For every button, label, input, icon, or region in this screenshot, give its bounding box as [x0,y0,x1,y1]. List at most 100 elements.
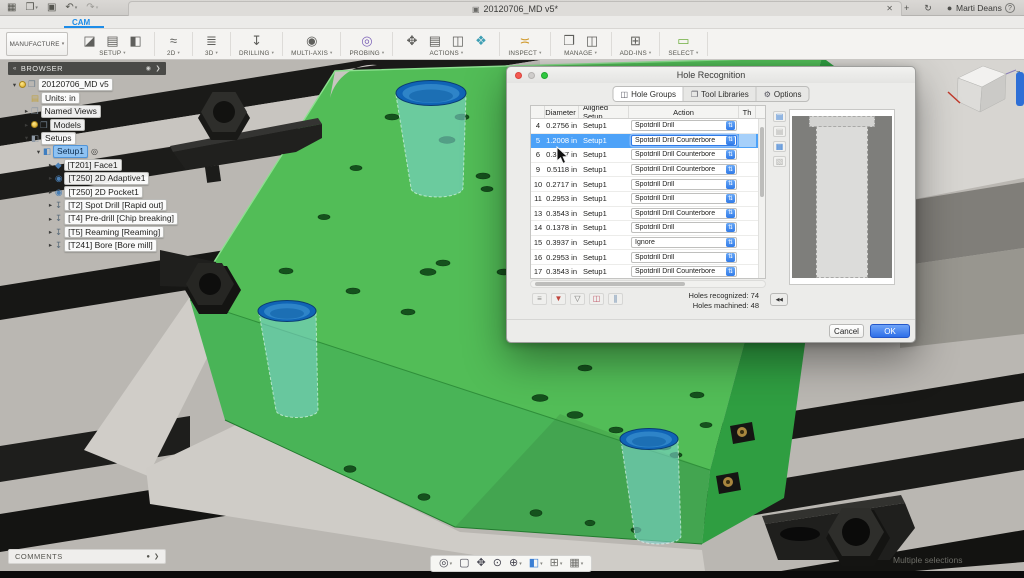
toolbar-group-label[interactable]: SELECT ▾ [668,50,698,57]
browser-tree-item[interactable]: ▸ ◉ [T250] 2D Adaptive1 [8,172,208,185]
action-select[interactable]: Spotdrill Drill Counterbore ⇅ [631,164,737,175]
dialog-tab[interactable]: ❐ Tool Libraries [684,87,757,101]
browser-tree-item[interactable]: ▾ ◧ Setup1 ◎ [8,145,208,158]
undo-icon[interactable]: ↶ ▾ [65,3,77,13]
browser-tree-item[interactable]: ▸ ↧ [T5] Reaming [Reaming] [8,225,208,238]
close-window-icon[interactable] [515,72,522,79]
tree-item-label[interactable]: [T4] Pre-drill [Chip breaking] [64,212,178,225]
minimize-window-icon[interactable] [528,72,535,79]
table-row[interactable]: 10 0.2717 in Setup1 Spotdrill Drill ⇅ [531,177,765,192]
comments-chevron-icon[interactable]: ❯ [154,553,159,560]
expander-icon[interactable]: ▸ [46,161,55,169]
stepper-icon[interactable]: ⇅ [726,267,735,276]
visibility-bulb-icon[interactable] [19,81,26,88]
tree-item-label[interactable]: Units: in [41,92,80,105]
new-tab-icon[interactable]: + [904,4,909,13]
expander-icon[interactable]: ▾ [10,81,19,89]
action-select[interactable]: Spotdrill Drill ⇅ [631,222,737,233]
panel-chevron-icon[interactable]: ❯ [155,65,161,72]
zoom-window-icon[interactable] [541,72,548,79]
tree-item-label[interactable]: Setup1 [53,145,88,158]
document-tab[interactable]: ▣ 20120706_MD v5* ✕ [128,1,902,16]
toolbar-group-label[interactable]: MULTI-AXIS ▾ [291,50,332,57]
tree-item-label[interactable]: 20120706_MD v5 [38,78,113,91]
app-grid-icon[interactable]: ▦ [7,3,16,13]
setup-sheet-icon[interactable]: ▤ [424,32,445,49]
expander-icon[interactable]: ▾ [22,134,31,142]
expander-icon[interactable]: ▸ [22,121,31,129]
stepper-icon[interactable]: ⇅ [726,238,735,247]
action-select[interactable]: Spotdrill Drill ⇅ [631,179,737,190]
expander-icon[interactable]: ▸ [46,188,55,196]
tree-item-label[interactable]: [T201] Face1 [64,159,122,172]
drilling-icon[interactable]: ↧ [246,32,267,49]
tree-item-label[interactable]: [T250] 2D Adaptive1 [64,172,149,185]
expander-icon[interactable]: ▾ [34,148,43,156]
expander-icon[interactable]: ▸ [46,174,55,182]
table-view-icon[interactable]: ▤ [773,111,786,122]
toolbar-group-label[interactable]: 3D ▾ [205,50,218,57]
collapse-preview-button[interactable]: ◀◀ [770,293,788,306]
expander-icon[interactable]: ▸ [46,241,55,249]
action-select[interactable]: Spotdrill Drill Counterbore ⇅ [631,135,737,146]
toolbar-group-label[interactable]: ACTIONS ▾ [429,50,463,57]
tree-item-label[interactable]: [T2] Spot Drill [Rapid out] [64,199,167,212]
grid-settings-icon[interactable]: ⊞ ▾ [550,558,563,569]
table-row[interactable]: 4 0.2756 in Setup1 Spotdrill Drill ⇅ [531,119,765,134]
tool-library-icon[interactable]: ❐ [559,32,580,49]
help-icon[interactable]: ? [1005,3,1015,13]
stepper-icon[interactable]: ⇅ [726,253,735,262]
col-action[interactable]: Action [629,106,739,118]
manufacture-dropdown[interactable]: MANUFACTURE ▾ [6,32,68,56]
stepper-icon[interactable]: ⇅ [726,209,735,218]
stepper-icon[interactable]: ⇅ [726,223,735,232]
horizontal-scrollbar[interactable] [530,280,766,288]
toolbar-group-label[interactable]: PROBING ▾ [349,50,384,57]
close-tab-icon[interactable]: ✕ [886,4,893,13]
setup-folder-icon[interactable]: ◧ [125,32,146,49]
action-select[interactable]: Spotdrill Drill ⇅ [631,252,737,263]
browser-tree-item[interactable]: ▸ ↧ [T2] Spot Drill [Rapid out] [8,199,208,212]
vertical-scrollbar[interactable] [758,119,765,278]
col-diameter[interactable]: Diameter [545,106,579,118]
user-name[interactable]: Marti Deans [956,3,1002,13]
file-menu-icon[interactable]: ❐ ▾ [25,3,37,13]
browser-tree-item[interactable]: ▸ ◉ [T250] 2D Pocket1 [8,185,208,198]
toolbar-group-label[interactable]: MANAGE ▾ [564,50,597,57]
tree-item-label[interactable]: [T250] 2D Pocket1 [64,186,142,199]
col-aligned-setup[interactable]: Aligned Setup [579,106,629,118]
stepper-icon[interactable]: ⇅ [726,150,735,159]
table-row[interactable]: 13 0.3543 in Setup1 Spotdrill Drill Coun… [531,207,765,222]
image-view-icon[interactable]: ▤ [773,126,786,137]
collapse-panel-icon[interactable]: « [13,66,17,72]
generate-toolpath-icon[interactable]: ❖ [470,32,491,49]
job-status-icon[interactable]: ● [947,4,952,13]
gcode-setup-icon[interactable]: ▤ [102,32,123,49]
stepper-icon[interactable]: ⇅ [726,136,735,145]
zoom-window-icon[interactable]: ⊕ ▾ [509,558,522,569]
tree-item-label[interactable]: [T5] Reaming [Reaming] [64,226,164,239]
collapsed-panel-handle[interactable] [1016,72,1024,106]
table-row[interactable]: 14 0.1378 in Setup1 Spotdrill Drill ⇅ [531,221,765,236]
visibility-bulb-icon[interactable] [31,121,38,128]
sync-icon[interactable]: ↻ [924,4,932,13]
table-row[interactable]: 16 0.2953 in Setup1 Spotdrill Drill ⇅ [531,250,765,265]
browser-tree-item[interactable]: ▤ Units: in [8,91,208,104]
toolbar-group-label[interactable]: 2D ▾ [167,50,180,57]
dialog-tab[interactable]: ⚙ Options [757,87,809,101]
stepper-icon[interactable]: ⇅ [726,194,735,203]
browser-tree-item[interactable]: ▾ ◧ Setups [8,132,208,145]
action-select[interactable]: Spotdrill Drill Counterbore ⇅ [631,266,737,277]
browser-tree-item[interactable]: ▸ ❐ Models [8,118,208,131]
filter-active-icon[interactable]: ▼ [551,293,566,305]
zoom-icon[interactable]: ⊙ [493,558,502,569]
tree-item-label[interactable]: Models [50,119,85,132]
browser-tree-item[interactable]: ▸ ❐ Named Views [8,105,208,118]
table-row[interactable]: 15 0.3937 in Setup1 Ignore ⇅ [531,236,765,251]
stepper-icon[interactable]: ⇅ [726,165,735,174]
action-select[interactable]: Spotdrill Drill Counterbore ⇅ [631,149,737,160]
section-view-icon[interactable]: ▧ [773,156,786,167]
action-select[interactable]: Spotdrill Drill ⇅ [631,193,737,204]
table-row[interactable]: 17 0.3543 in Setup1 Spotdrill Drill Coun… [531,265,765,280]
measure-icon[interactable]: ≍ [514,32,535,49]
